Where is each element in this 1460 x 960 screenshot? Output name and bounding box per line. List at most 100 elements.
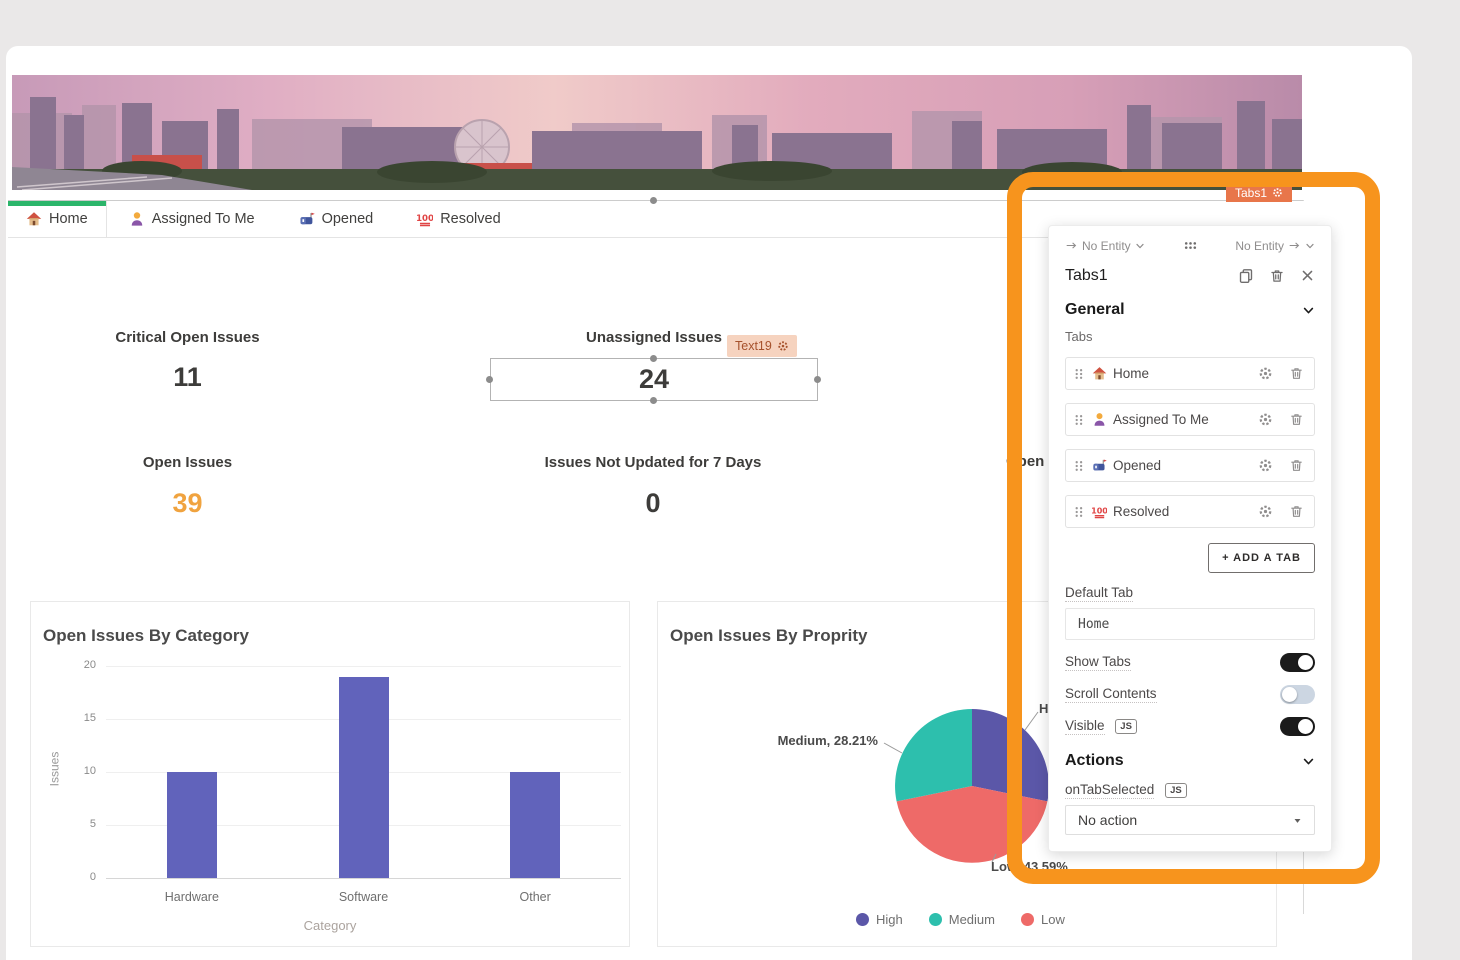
pie-chart-legend: High Medium Low — [856, 912, 1065, 927]
mailbox-icon — [1092, 458, 1107, 473]
arrow-right-icon — [1288, 239, 1301, 252]
y-axis-tick: 5 — [60, 818, 96, 830]
legend-item-low[interactable]: Low — [1021, 912, 1065, 927]
not-updated-label: Issues Not Updated for 7 Days — [503, 454, 803, 471]
panel-tab-row-home[interactable]: Home — [1065, 357, 1315, 390]
app-window: Home Assigned To Me Opened Resolved Crit… — [0, 0, 1460, 960]
x-axis-tick: Other — [475, 890, 595, 904]
trash-icon[interactable] — [1289, 458, 1304, 473]
visible-label-wrap: Visible JS — [1065, 718, 1137, 735]
hero-image[interactable] — [12, 75, 1302, 190]
legend-dot-medium — [929, 913, 942, 926]
legend-item-medium[interactable]: Medium — [929, 912, 995, 927]
default-tab-value: Home — [1078, 617, 1109, 632]
drag-handle-icon[interactable] — [1072, 413, 1086, 427]
incoming-entity-selector[interactable]: No Entity — [1065, 239, 1145, 253]
y-axis-tick: 20 — [60, 659, 96, 671]
text19-resize-handle-bottom[interactable] — [650, 397, 657, 404]
not-updated-value[interactable]: 0 — [503, 488, 803, 519]
copy-icon[interactable] — [1238, 268, 1254, 284]
property-pane-header: Tabs1 — [1065, 267, 1315, 285]
gear-icon[interactable] — [1258, 458, 1273, 473]
bar-chart-widget[interactable]: Open Issues By Category Issues Category … — [30, 601, 630, 947]
gear-icon[interactable] — [1258, 412, 1273, 427]
hundred-icon — [1092, 504, 1107, 519]
tab-assigned-to-me[interactable]: Assigned To Me — [107, 201, 277, 237]
text19-resize-handle-right[interactable] — [814, 376, 821, 383]
drag-handle-icon[interactable] — [1072, 367, 1086, 381]
panel-tab-row-opened[interactable]: Opened — [1065, 449, 1315, 482]
tab-resolved[interactable]: Resolved — [395, 201, 522, 237]
bar-other — [510, 772, 560, 878]
text19-widget-selected[interactable]: 24 — [490, 358, 818, 401]
tab-opened[interactable]: Opened — [277, 201, 396, 237]
visible-js-toggle[interactable]: JS — [1115, 719, 1137, 734]
visible-row: Visible JS — [1065, 717, 1315, 736]
drag-handle-icon[interactable] — [1072, 459, 1086, 473]
legend-item-high[interactable]: High — [856, 912, 903, 927]
tabs-widget-resize-handle[interactable] — [650, 197, 657, 204]
scroll-contents-row: Scroll Contents — [1065, 685, 1315, 704]
visible-toggle[interactable] — [1280, 717, 1315, 736]
gear-icon[interactable] — [777, 340, 789, 352]
property-pane-binding-row: No Entity No Entity — [1065, 238, 1315, 253]
chevron-down-icon — [1135, 241, 1145, 251]
general-section-header[interactable]: General — [1065, 301, 1315, 319]
city-skyline-illustration — [12, 75, 1302, 190]
active-tab-indicator — [8, 201, 106, 206]
add-a-tab-button[interactable]: + ADD A TAB — [1208, 543, 1315, 573]
on-tab-selected-js-toggle[interactable]: JS — [1165, 783, 1187, 798]
hundred-icon — [417, 211, 433, 227]
show-tabs-label: Show Tabs — [1065, 654, 1131, 671]
default-tab-input[interactable]: Home — [1065, 608, 1315, 640]
on-tab-selected-action-select[interactable]: No action — [1065, 805, 1315, 835]
chevron-down-icon — [1302, 755, 1315, 768]
gear-icon[interactable] — [1258, 366, 1273, 381]
trash-icon[interactable] — [1289, 412, 1304, 427]
pie-slice-high — [972, 709, 1049, 801]
gear-icon[interactable] — [1272, 187, 1283, 198]
open-issues-value[interactable]: 39 — [85, 488, 290, 519]
grid-icon[interactable] — [1183, 238, 1198, 253]
trash-icon[interactable] — [1269, 268, 1285, 284]
gear-icon[interactable] — [1258, 504, 1273, 519]
tabs-list-label: Tabs — [1065, 329, 1315, 344]
actions-section-header[interactable]: Actions — [1065, 752, 1315, 770]
widget-name-title[interactable]: Tabs1 — [1065, 267, 1238, 285]
panel-tab-resolved-label: Resolved — [1113, 504, 1252, 519]
visible-label: Visible — [1065, 718, 1105, 735]
text19-resize-handle-top[interactable] — [650, 355, 657, 362]
y-axis-tick: 15 — [60, 712, 96, 724]
panel-tab-home-label: Home — [1113, 366, 1252, 381]
scroll-contents-toggle[interactable] — [1280, 685, 1315, 704]
chevron-down-icon — [1305, 241, 1315, 251]
drag-handle-icon[interactable] — [1072, 505, 1086, 519]
critical-open-issues-label: Critical Open Issues — [85, 329, 290, 346]
action-select-value: No action — [1078, 812, 1137, 828]
outgoing-entity-selector[interactable]: No Entity — [1235, 239, 1315, 253]
trash-icon[interactable] — [1289, 366, 1304, 381]
toggle-knob — [1298, 655, 1313, 670]
panel-tab-row-resolved[interactable]: Resolved — [1065, 495, 1315, 528]
toggle-knob — [1298, 719, 1313, 734]
panel-tab-row-assigned[interactable]: Assigned To Me — [1065, 403, 1315, 436]
panel-tab-assigned-label: Assigned To Me — [1113, 412, 1252, 427]
critical-open-issues-value[interactable]: 11 — [85, 362, 290, 393]
show-tabs-toggle[interactable] — [1280, 653, 1315, 672]
legend-label-high: High — [876, 912, 903, 927]
close-icon[interactable] — [1300, 268, 1315, 283]
pie-slice-low — [897, 786, 1048, 863]
bar-hardware — [167, 772, 217, 878]
tab-home[interactable]: Home — [8, 201, 107, 237]
mailbox-icon — [299, 211, 315, 227]
text19-resize-handle-left[interactable] — [486, 376, 493, 383]
person-icon — [1092, 412, 1107, 427]
outgoing-entity-label: No Entity — [1235, 239, 1284, 253]
on-tab-selected-label: onTabSelected — [1065, 782, 1154, 799]
widget-name-badge-tabs1[interactable]: Tabs1 — [1226, 183, 1292, 202]
bar-software — [339, 677, 389, 878]
trash-icon[interactable] — [1289, 504, 1304, 519]
legend-dot-high — [856, 913, 869, 926]
widget-name-badge-text19[interactable]: Text19 — [727, 335, 797, 357]
incoming-entity-label: No Entity — [1082, 239, 1131, 253]
